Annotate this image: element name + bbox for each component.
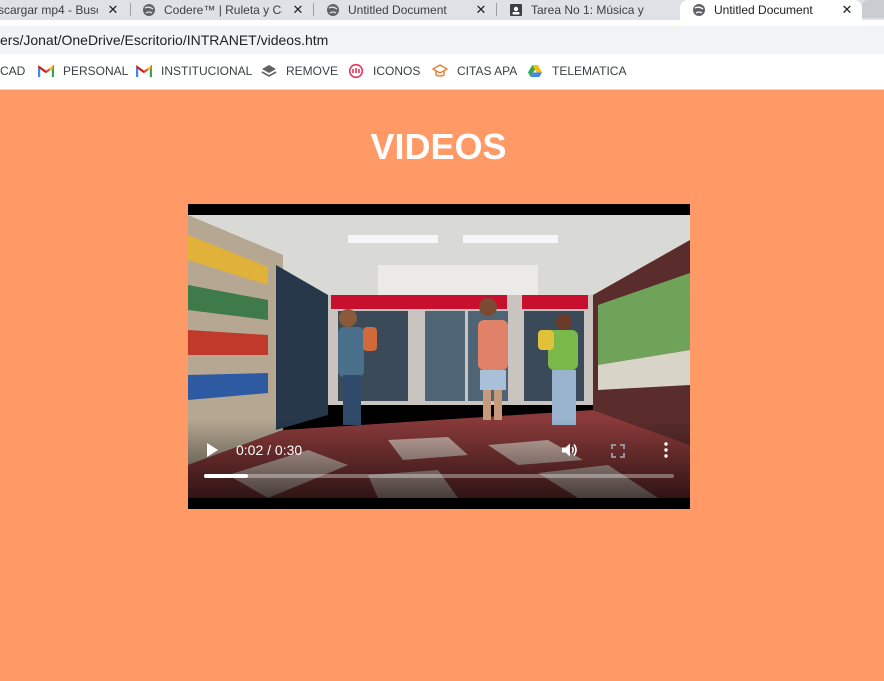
tab-title: Untitled Document: [348, 3, 447, 17]
bookmark-label: CITAS APA: [457, 64, 518, 78]
more-options-icon[interactable]: [660, 441, 672, 459]
tab-close-icon[interactable]: ✕: [106, 3, 120, 17]
bookmark-personal[interactable]: PERSONAL: [38, 63, 128, 79]
fullscreen-icon[interactable]: [610, 443, 626, 459]
citation-icon: [432, 63, 448, 79]
bookmark-remove[interactable]: REMOVE: [261, 63, 338, 79]
tab-strip: scargar mp4 - Busca ✕ Codere™ | Ruleta y…: [0, 0, 884, 20]
tab-close-icon[interactable]: ✕: [474, 3, 488, 17]
bookmark-label: ICONOS: [373, 64, 421, 78]
gmail-icon: [38, 63, 54, 79]
globe-icon: [326, 3, 340, 17]
controls-overlay: [188, 419, 690, 509]
tab-separator: [496, 3, 497, 16]
bookmark-iconos[interactable]: ICONOS: [348, 63, 420, 79]
tab-title: Codere™ | Ruleta y Ca: [164, 3, 282, 17]
new-tab-button[interactable]: [862, 0, 884, 18]
tab-close-icon[interactable]: ✕: [840, 3, 854, 17]
tab-title: Untitled Document: [714, 3, 813, 17]
tab-1[interactable]: Codere™ | Ruleta y Ca ✕: [142, 0, 312, 20]
address-bar[interactable]: ers/Jonat/OneDrive/Escritorio/INTRANET/v…: [0, 26, 884, 54]
tab-3[interactable]: Tarea No 1: Música y v: [509, 0, 679, 20]
bookmarks-bar: CAD PERSONAL INSTITUCIONAL REMOVE ICONOS…: [0, 54, 884, 90]
bookmark-institucional[interactable]: INSTITUCIONAL: [136, 63, 252, 79]
layers-icon: [261, 63, 277, 79]
globe-icon: [142, 3, 156, 17]
bookmark-label: REMOVE: [286, 64, 339, 78]
address-url[interactable]: ers/Jonat/OneDrive/Escritorio/INTRANET/v…: [0, 32, 328, 48]
tab-2[interactable]: Untitled Document ✕: [326, 0, 496, 20]
page-title: VIDEOS: [370, 126, 507, 167]
classroom-icon: [509, 3, 523, 17]
video-player[interactable]: 0:02 / 0:30: [188, 204, 690, 509]
bookmark-label: PERSONAL: [63, 64, 129, 78]
tab-separator: [130, 3, 131, 16]
bookmark-label: INSTITUCIONAL: [161, 64, 253, 78]
tab-0[interactable]: scargar mp4 - Busca ✕: [0, 0, 126, 20]
gmail-icon: [136, 63, 152, 79]
tab-title: Tarea No 1: Música y v: [531, 3, 647, 17]
globe-icon: [692, 3, 706, 17]
progress-track[interactable]: [204, 474, 674, 478]
bookmark-label: TELEMATICA: [552, 64, 627, 78]
bookmark-telematica[interactable]: TELEMATICA: [527, 63, 626, 79]
tab-4-active[interactable]: Untitled Document ✕: [680, 0, 862, 20]
tab-title: scargar mp4 - Busca: [0, 3, 98, 17]
volume-icon[interactable]: [560, 441, 578, 459]
bookmark-cad[interactable]: CAD: [0, 63, 25, 79]
progress-fill: [204, 474, 249, 478]
tab-separator: [313, 3, 314, 16]
play-icon[interactable]: [205, 442, 219, 458]
tab-close-icon[interactable]: ✕: [291, 3, 305, 17]
bookmark-label: CAD: [0, 64, 26, 78]
icons-site-icon: [348, 63, 364, 79]
google-drive-icon: [527, 63, 543, 79]
bookmark-citas-apa[interactable]: CITAS APA: [432, 63, 517, 79]
browser-toolbar: ers/Jonat/OneDrive/Escritorio/INTRANET/v…: [0, 20, 884, 54]
video-time: 0:02 / 0:30: [236, 442, 303, 458]
